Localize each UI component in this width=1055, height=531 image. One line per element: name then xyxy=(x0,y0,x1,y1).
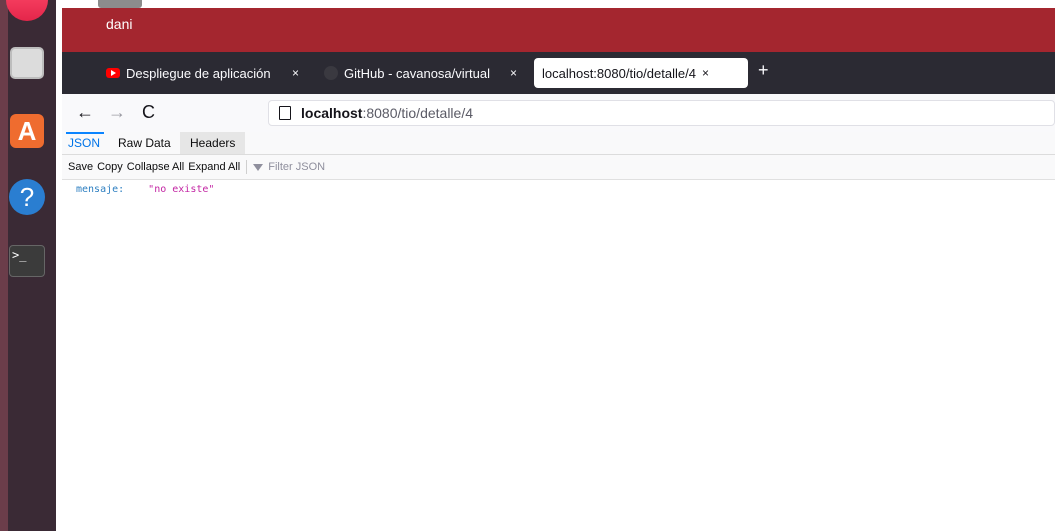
filter-placeholder: Filter JSON xyxy=(268,161,326,173)
url-bar[interactable]: localhost:8080/tio/detalle/4 xyxy=(268,100,1055,126)
user-name: dani xyxy=(106,16,133,32)
navigation-bar: ← → C localhost:8080/tio/detalle/4 xyxy=(62,94,1055,133)
tab-raw-data[interactable]: Raw Data xyxy=(118,132,171,154)
tab-label: Despliegue de aplicación xyxy=(126,65,271,81)
files-icon[interactable] xyxy=(6,42,48,84)
expand-all-button[interactable]: Expand All xyxy=(188,161,240,173)
reload-button[interactable]: C xyxy=(142,102,155,123)
forward-button[interactable]: → xyxy=(108,102,126,123)
software-store-icon[interactable]: A xyxy=(6,110,48,152)
youtube-icon xyxy=(106,68,120,78)
help-icon[interactable]: ? xyxy=(6,176,48,218)
terminal-icon[interactable]: >_ xyxy=(6,240,48,282)
title-bar: dani xyxy=(62,0,1055,52)
tab-github[interactable]: GitHub - cavanosa/virtual × xyxy=(324,58,524,88)
url-path: :8080/tio/detalle/4 xyxy=(362,105,473,121)
tab-localhost[interactable]: localhost:8080/tio/detalle/4 × xyxy=(534,58,748,88)
tab-close-icon[interactable]: × xyxy=(292,66,299,80)
tab-label: localhost:8080/tio/detalle/4 xyxy=(542,65,696,81)
json-toolbar: Save Copy Collapse All Expand All Filter… xyxy=(62,155,1055,180)
ubuntu-dock: A ? >_ xyxy=(0,0,56,531)
tab-close-icon[interactable]: × xyxy=(702,66,709,80)
filter-icon xyxy=(253,163,264,171)
browser-window: dani Despliegue de aplicación × GitHub -… xyxy=(62,0,1055,531)
tab-json[interactable]: JSON xyxy=(65,132,105,154)
toolbar-divider xyxy=(246,160,248,174)
tab-close-icon[interactable]: × xyxy=(510,66,517,80)
tab-despliegue[interactable]: Despliegue de aplicación × xyxy=(106,58,304,88)
window-handle xyxy=(98,0,142,8)
back-button[interactable]: ← xyxy=(76,102,94,123)
save-button[interactable]: Save xyxy=(68,161,93,173)
new-tab-button[interactable]: + xyxy=(758,60,769,81)
json-value: "no existe" xyxy=(148,184,215,195)
json-key: mensaje: xyxy=(76,184,125,195)
json-row: mensaje: "no existe" xyxy=(76,184,214,195)
collapse-all-button[interactable]: Collapse All xyxy=(127,161,184,173)
url-host: localhost xyxy=(301,105,363,121)
github-icon xyxy=(324,66,338,80)
tab-strip: Despliegue de aplicación × GitHub - cava… xyxy=(62,52,1055,94)
filter-json-input[interactable]: Filter JSON xyxy=(253,161,325,173)
page-icon xyxy=(279,106,291,120)
json-viewer-tabs: JSON Raw Data Headers xyxy=(62,132,1055,155)
copy-button[interactable]: Copy xyxy=(97,161,123,173)
tab-label: GitHub - cavanosa/virtual xyxy=(344,65,490,81)
firefox-icon[interactable] xyxy=(6,0,48,24)
tab-headers[interactable]: Headers xyxy=(180,132,246,154)
